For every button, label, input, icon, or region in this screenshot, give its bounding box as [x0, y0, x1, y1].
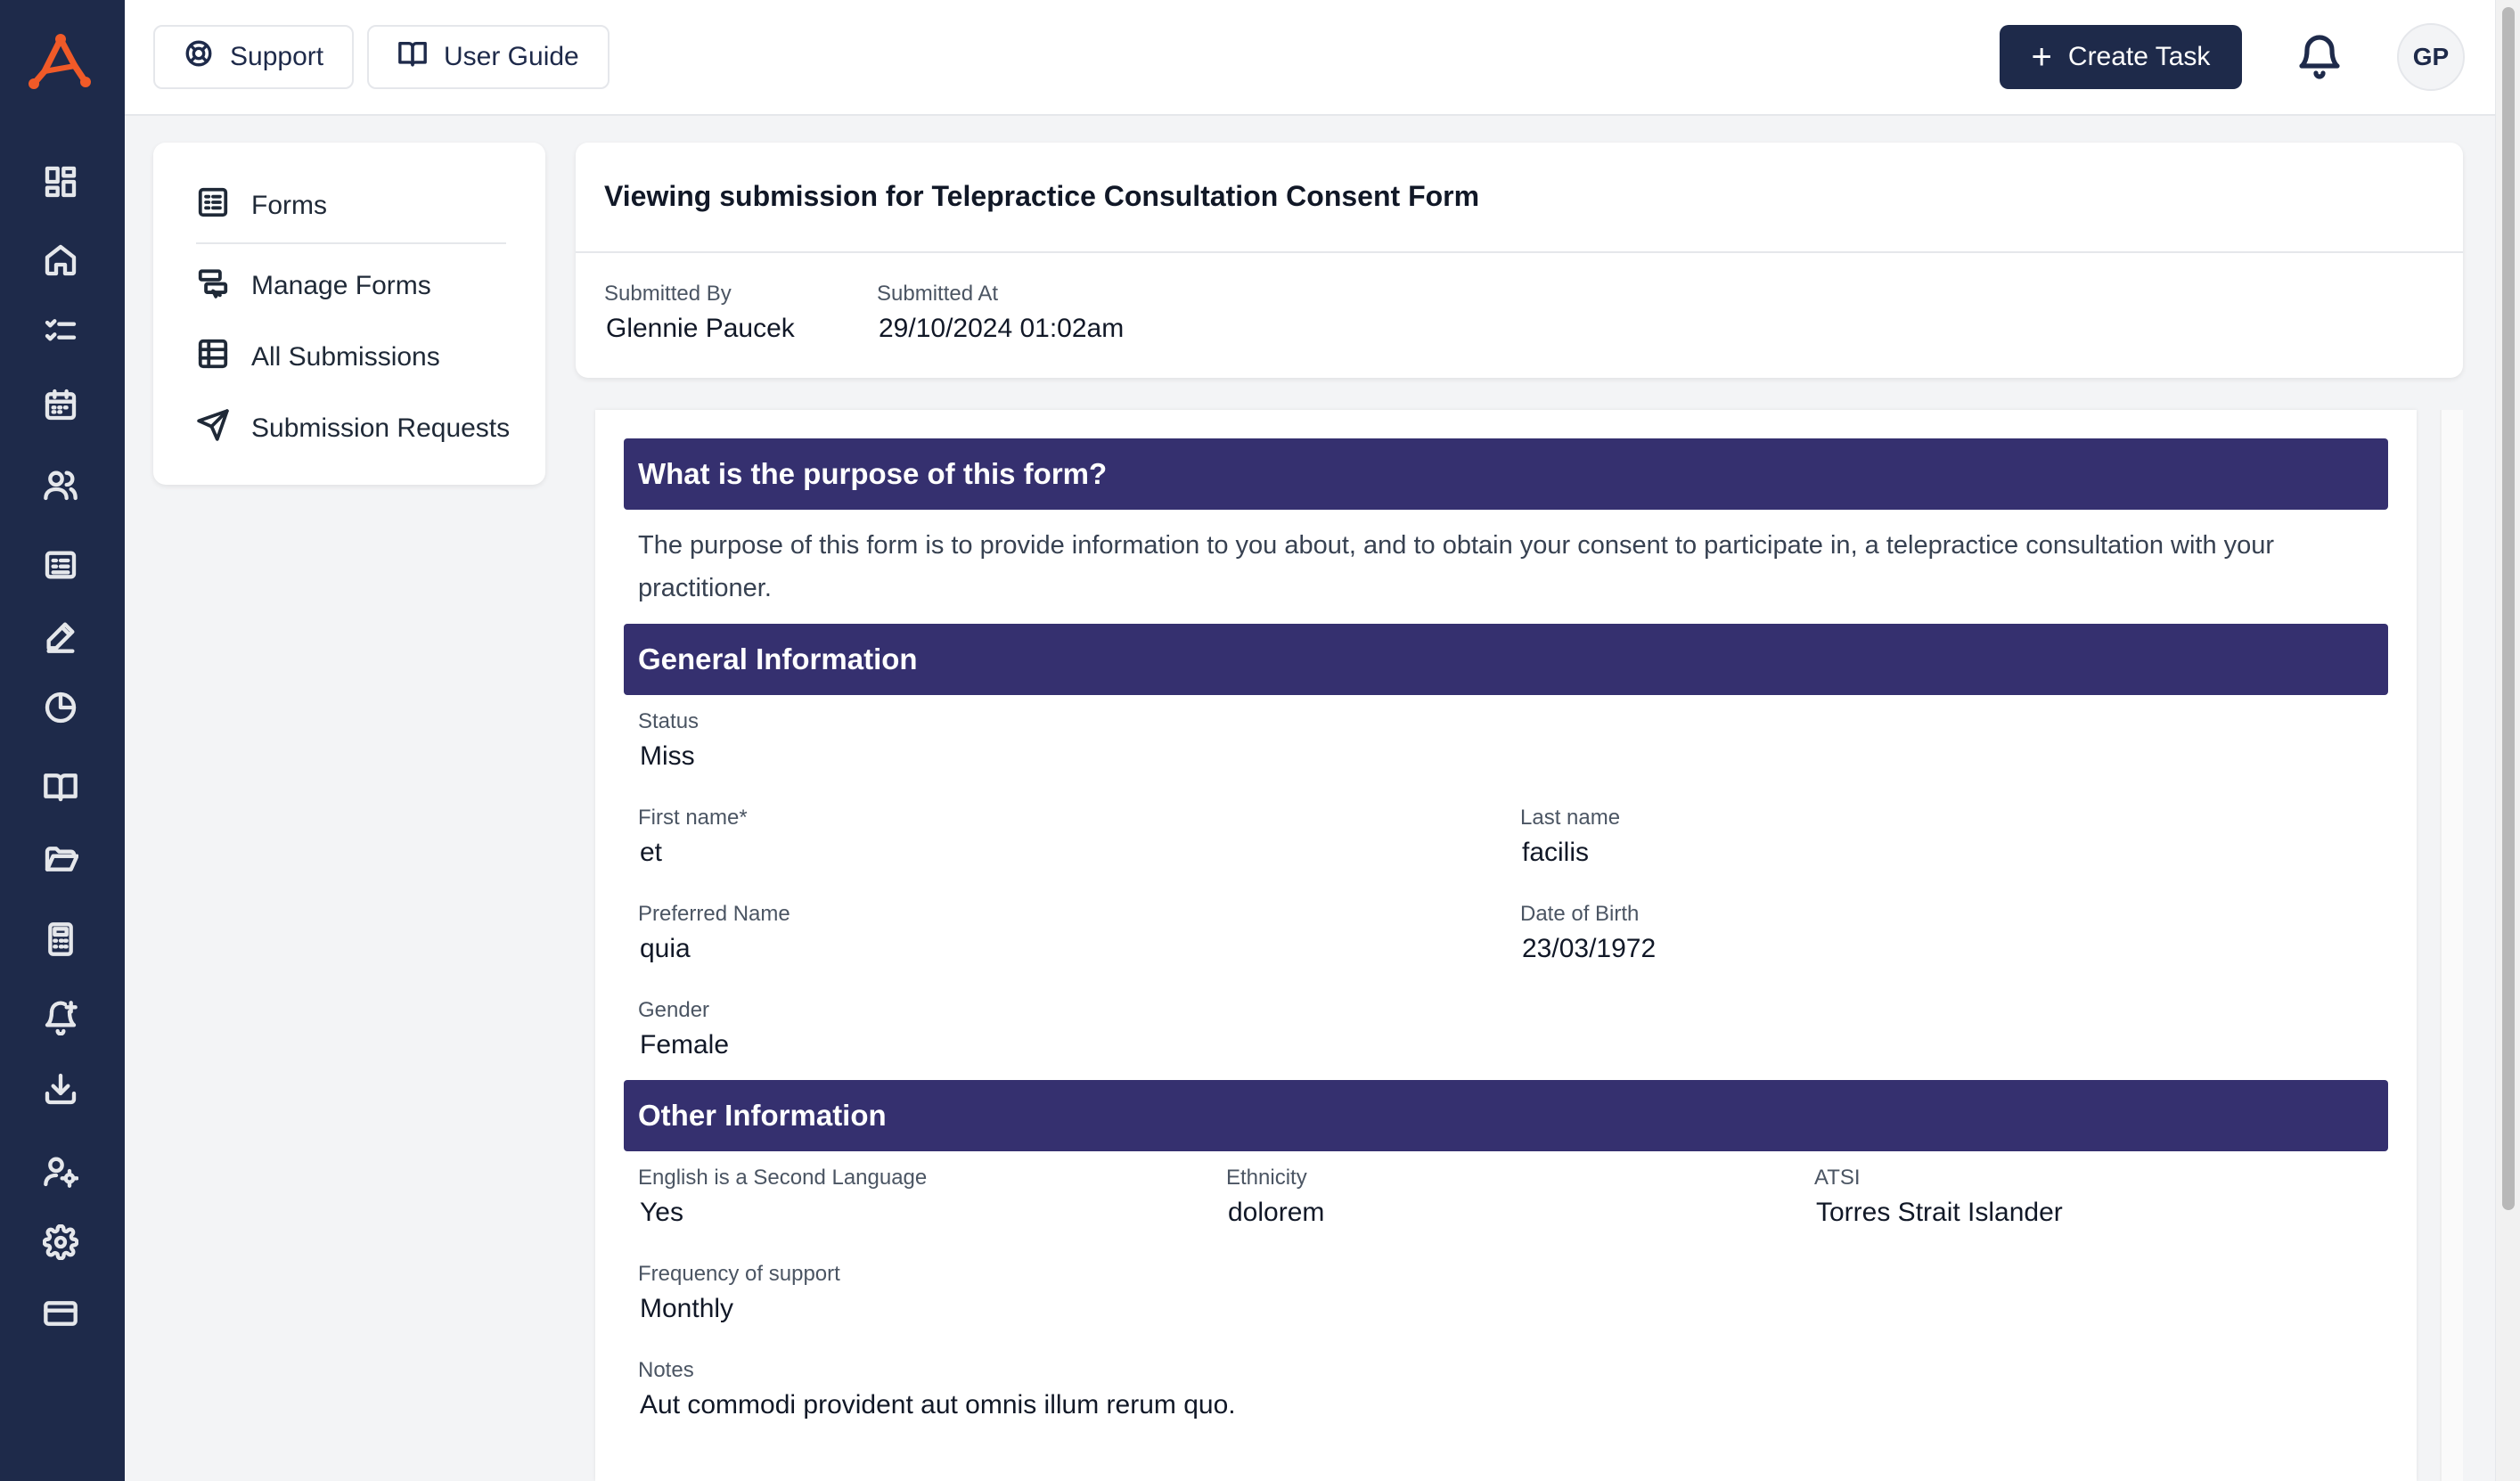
side-item-submission-requests[interactable]: Submission Requests — [196, 408, 510, 449]
bell-icon[interactable] — [2297, 30, 2342, 84]
book-icon[interactable] — [39, 765, 82, 807]
notes-value: Aut commodi provident aut omnis illum re… — [640, 1390, 1236, 1420]
book-open-icon — [397, 38, 428, 76]
page-scrollbar[interactable] — [2495, 0, 2520, 1481]
header-divider — [576, 251, 2463, 253]
status-label: Status — [638, 709, 700, 733]
create-task-button[interactable]: + Create Task — [2000, 25, 2242, 89]
atsi-label: ATSI — [1814, 1166, 1861, 1190]
dashboard-icon[interactable] — [39, 160, 82, 203]
user-guide-label: User Guide — [444, 42, 579, 71]
user-guide-button[interactable]: User Guide — [367, 25, 610, 89]
download-icon[interactable] — [39, 1068, 82, 1110]
home-icon[interactable] — [39, 239, 82, 282]
submission-header-card: Viewing submission for Telepractice Cons… — [576, 143, 2463, 378]
scrollbar-thumb[interactable] — [2502, 7, 2515, 1210]
side-divider — [196, 242, 506, 244]
status-value: Miss — [640, 741, 695, 771]
notes-label: Notes — [638, 1358, 694, 1382]
frequency-value: Monthly — [640, 1294, 734, 1323]
top-bar: Support User Guide + Create Task GP — [125, 0, 2495, 116]
purpose-section-heading: What is the purpose of this form? — [624, 438, 2388, 510]
submitted-at-value: 29/10/2024 01:02am — [879, 314, 1125, 343]
forms-side-menu: Forms Manage Forms All Submissions Submi… — [153, 143, 545, 485]
side-item-forms[interactable]: Forms — [196, 185, 327, 226]
calendar-icon[interactable] — [39, 383, 82, 426]
manage-forms-icon — [196, 266, 230, 307]
purpose-text: The purpose of this form is to provide i… — [638, 531, 2275, 602]
esl-value: Yes — [640, 1198, 683, 1227]
first-name-label: First name* — [638, 806, 748, 830]
gender-value: Female — [640, 1030, 730, 1060]
side-item-manage-forms[interactable]: Manage Forms — [196, 266, 431, 307]
first-name-value: et — [640, 838, 663, 867]
calculator-icon[interactable] — [39, 918, 82, 961]
preferred-name-label: Preferred Name — [638, 902, 790, 926]
folder-icon[interactable] — [39, 838, 82, 880]
side-item-label: Forms — [251, 191, 327, 220]
preferred-name-value: quia — [640, 934, 691, 963]
app-logo[interactable] — [27, 30, 94, 93]
tasks-icon[interactable] — [39, 310, 82, 353]
settings-icon[interactable] — [39, 1221, 82, 1264]
last-name-label: Last name — [1520, 806, 1621, 830]
left-nav-rail — [0, 0, 125, 1481]
ethnicity-value: dolorem — [1228, 1198, 1325, 1227]
side-item-label: All Submissions — [251, 342, 440, 372]
send-icon — [196, 408, 230, 449]
table-icon — [196, 337, 230, 378]
submission-form: What is the purpose of this form? The pu… — [595, 410, 2417, 1481]
submitted-by-label: Submitted By — [604, 282, 732, 306]
dob-value: 23/03/1972 — [1522, 934, 1657, 963]
atsi-value: Torres Strait Islander — [1816, 1198, 2063, 1227]
billing-icon[interactable] — [39, 1292, 82, 1335]
forms-icon[interactable] — [39, 544, 82, 586]
side-item-label: Manage Forms — [251, 271, 431, 300]
last-name-value: facilis — [1522, 838, 1590, 867]
side-item-label: Submission Requests — [251, 413, 511, 443]
avatar[interactable]: GP — [2397, 23, 2465, 91]
support-button[interactable]: Support — [153, 25, 355, 89]
ethnicity-label: Ethnicity — [1226, 1166, 1307, 1190]
general-section-heading: General Information — [624, 624, 2388, 695]
plus-icon: + — [2031, 37, 2052, 77]
alert-icon[interactable] — [39, 996, 82, 1039]
create-task-label: Create Task — [2067, 42, 2211, 71]
gender-label: Gender — [638, 998, 710, 1022]
users-icon[interactable] — [39, 463, 82, 506]
form-scroll-gutter — [2440, 410, 2463, 1481]
submitted-by-value: Glennie Paucek — [606, 314, 795, 343]
support-label: Support — [230, 42, 324, 71]
other-section-heading: Other Information — [624, 1080, 2388, 1151]
page-title: Viewing submission for Telepractice Cons… — [604, 180, 1480, 212]
side-item-all-submissions[interactable]: All Submissions — [196, 337, 440, 378]
reports-icon[interactable] — [39, 686, 82, 729]
frequency-label: Frequency of support — [638, 1262, 840, 1286]
dob-label: Date of Birth — [1520, 902, 1640, 926]
submitted-at-label: Submitted At — [877, 282, 999, 306]
signature-icon[interactable] — [39, 615, 82, 658]
form-list-icon — [196, 185, 230, 226]
esl-label: English is a Second Language — [638, 1166, 928, 1190]
user-settings-icon[interactable] — [39, 1150, 82, 1192]
lifebuoy-icon — [184, 38, 214, 76]
